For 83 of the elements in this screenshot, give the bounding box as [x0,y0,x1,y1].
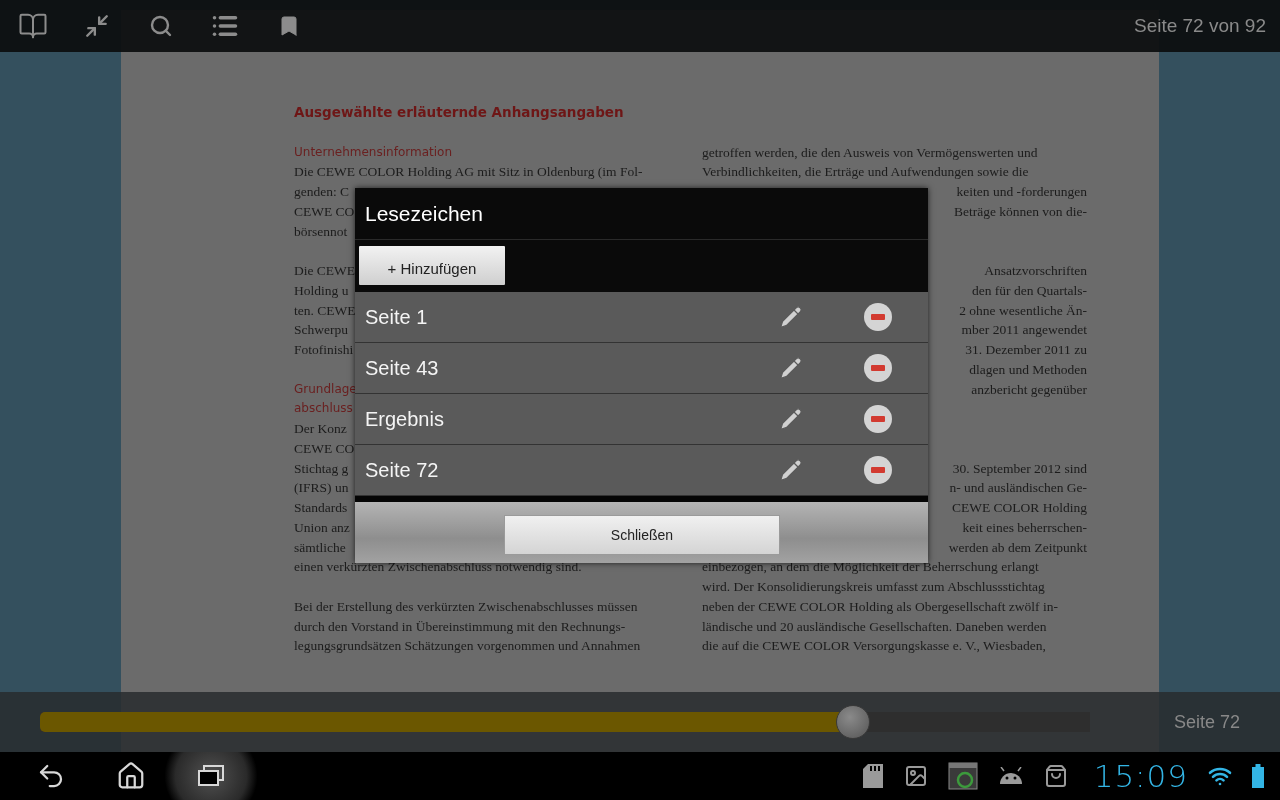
bookmark-row[interactable]: Seite 43 [355,343,928,394]
pencil-icon [779,305,803,329]
text-line: Ansatzvorschriften [984,263,1087,278]
book-icon [18,11,48,41]
remove-button[interactable] [863,455,893,485]
section-heading: Grundlage [294,381,357,396]
text-line: einbezogen, an dem die Möglichkeit der Beherrschung erlangt [702,559,1039,575]
text-line: 31. Dezember 2011 zu [965,342,1087,357]
text-line: CEWE CO [294,203,355,219]
pencil-icon [779,407,803,431]
text-line: die auf die CEWE COLOR Versorgungskasse e. V., Wiesbaden, [702,638,1046,654]
add-bookmark-button[interactable]: + Hinzufügen [359,246,505,285]
remove-button[interactable] [863,404,893,434]
pencil-icon [779,356,803,380]
bookmark-label: Seite 1 [365,305,429,329]
remove-button[interactable] [863,302,893,332]
text-line: einen verkürzten Zwischenabschluss notwendig sind. [294,559,582,575]
android-icon[interactable] [997,767,1024,785]
text-line: neben der CEWE COLOR Holding als Obergesellschaft zwölf in- [702,598,1058,614]
text-line: keiten und -forderungen [956,184,1087,199]
recent-apps-icon [196,764,226,788]
page-indicator: Seite 72 von 92 [1133,15,1266,37]
battery-icon [1252,764,1264,788]
remove-icon [863,404,893,434]
bookmark-label: Seite 43 [365,356,440,380]
section-heading: abschluss [294,401,353,416]
home-icon [116,761,146,791]
text-line: legungsgrundsätzen Schätzungen vorgenommen und Annahmen [294,638,641,654]
close-button[interactable]: Schließen [504,515,780,555]
bookmark-label: Ergebnis [365,407,445,431]
text-line: 30. September 2012 sind [952,460,1087,476]
text-line: (IFRS) un [294,480,349,496]
search-icon [149,14,173,38]
text-line: Stichtag g [294,460,349,476]
text-line: Holding u [294,282,349,298]
text-line: 2 ohne wesentliche Än- [959,302,1087,318]
image-icon[interactable] [903,764,928,788]
text-line: Standards [294,500,348,515]
text-line: keit eines beherrschen- [962,519,1087,535]
slider-thumb[interactable] [835,705,870,739]
text-line: werden ab dem Zeitpunkt [948,539,1087,555]
text-line: anzbericht gegenüber [971,381,1087,397]
bookmark-row[interactable]: Seite 72 [355,445,928,496]
text-line: Schwerpu [294,322,348,338]
sd-card-icon[interactable] [861,763,884,789]
document-title: Ausgewählte erläuternde Anhangsangaben [294,104,624,120]
remove-icon [863,353,893,383]
text-line: CEWE CO [294,440,355,456]
shopping-bag-icon[interactable] [1043,764,1068,788]
text-line: Fotofinishi [294,342,354,357]
text-line: börsennot [294,223,348,239]
dialog-title: Lesezeichen [365,201,483,226]
slider-page-label: Seite 72 [1173,711,1240,733]
text-line: Union anz [294,519,350,535]
text-line: Verbindlichkeiten, die Erträge und Aufwendungen sowie die [702,164,1029,180]
text-line: genden: C [294,184,350,199]
app-window-icon[interactable] [947,762,978,790]
bookmark-label: Seite 72 [365,458,440,482]
shrink-icon [84,13,110,39]
text-line: Bei der Erstellung des verkürzten Zwischenabschlusses müssen [294,598,638,614]
bookmark-row[interactable]: Seite 1 [355,292,928,343]
text-line: getroffen werden, die den Ausweis von Vermögenswerten und [702,144,1038,160]
text-line: Beträge können von die- [953,203,1087,219]
text-line: Die CEWE COLOR Holding AG mit Sitz in Oldenburg (im Fol- [294,164,643,180]
text-line: Der Konz [294,421,347,436]
clock: 15:09 [1093,758,1188,794]
remove-button[interactable] [863,353,893,383]
text-line: ländische und 20 ausländische Gesellschaften. Daneben werden [702,618,1047,634]
bookmark-row[interactable]: Ergebnis [355,394,928,445]
text-line: durch den Vorstand in Übereinstimmung mit den Rechnungs- [294,618,626,634]
remove-icon [863,455,893,485]
section-heading: Unternehmensinformation [294,144,452,159]
pencil-icon [779,458,803,482]
text-line: n- und ausländischen Ge- [949,480,1087,496]
text-line: CEWE COLOR Holding [952,500,1087,515]
text-line: Die CEWE [294,263,356,278]
remove-icon [863,302,893,332]
text-line: sämtliche [294,539,346,555]
text-line: den für den Quartals- [971,282,1087,298]
text-line: wird. Der Konsolidierungskreis umfasst zum Abschlussstichtag [702,579,1045,594]
text-line: dlagen und Methoden [969,361,1087,377]
text-line: mber 2011 angewendet [961,322,1087,338]
text-line: ten. CEWE [294,302,356,318]
